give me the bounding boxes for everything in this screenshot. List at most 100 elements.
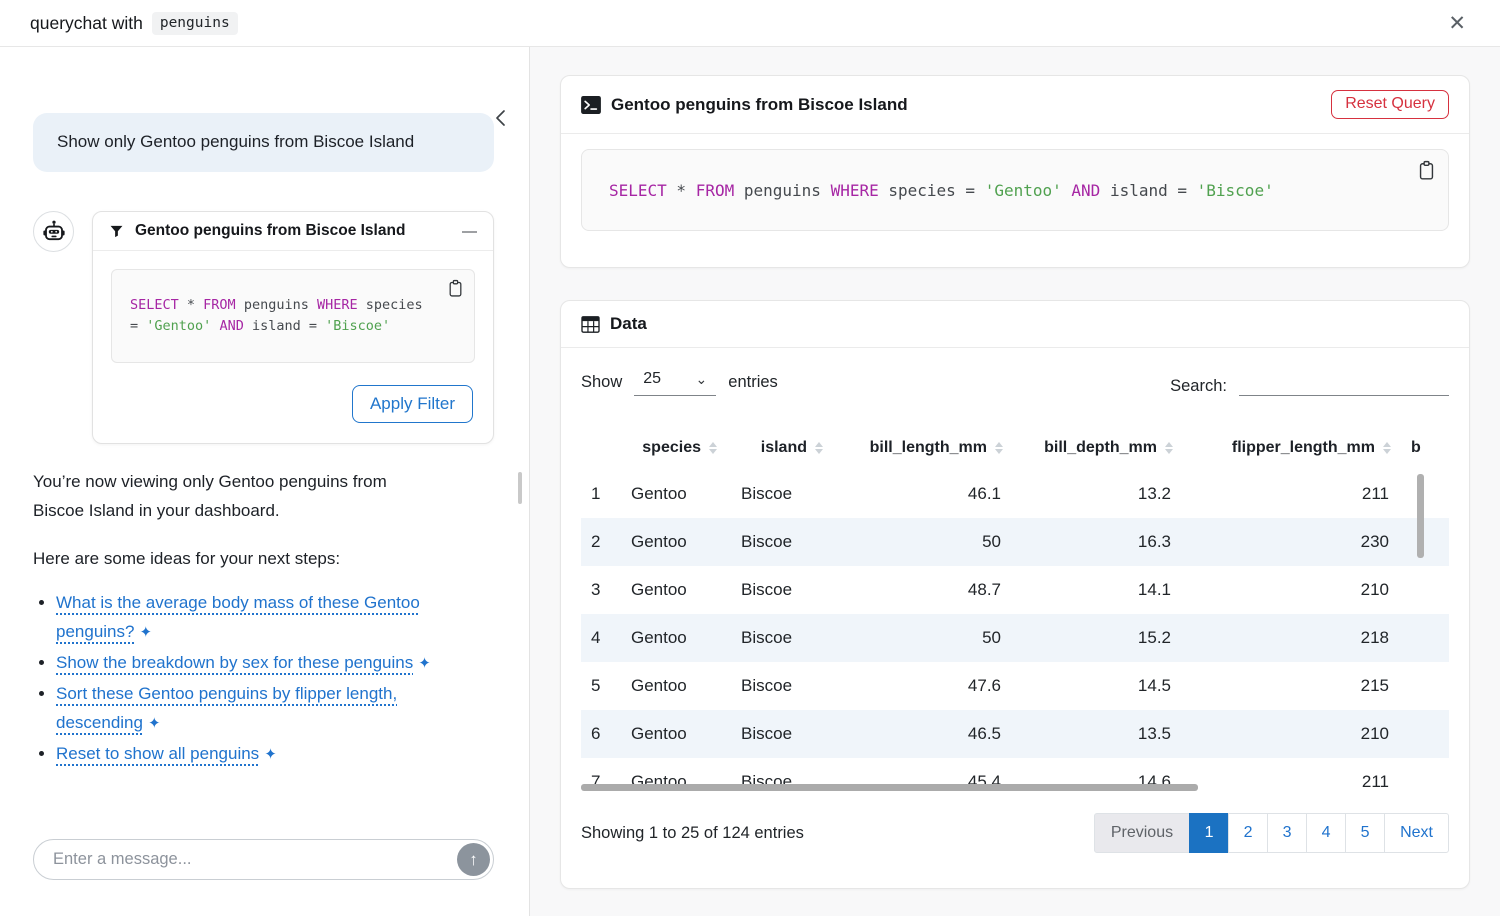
apply-filter-button[interactable]: Apply Filter bbox=[352, 385, 473, 423]
column-header-truncated[interactable]: b bbox=[1405, 426, 1447, 470]
column-header-bill-depth[interactable]: bill_depth_mm bbox=[1017, 426, 1187, 470]
species-cell: Gentoo bbox=[621, 710, 731, 758]
copy-sql-button[interactable] bbox=[447, 279, 464, 298]
column-header-bill-length[interactable]: bill_length_mm bbox=[837, 426, 1017, 470]
arrow-up-icon: ↑ bbox=[469, 850, 478, 869]
row-number-cell: 4 bbox=[581, 614, 621, 662]
species-cell: Gentoo bbox=[621, 470, 731, 518]
column-header-species[interactable]: species bbox=[621, 426, 731, 470]
data-card: Data Show 25 ⌄ entries Search: bbox=[560, 300, 1470, 889]
clipboard-icon bbox=[1417, 160, 1436, 181]
flipper-length-cell: 210 bbox=[1187, 710, 1405, 758]
column-header-label: bill_length_mm bbox=[870, 439, 987, 457]
list-item: Reset to show all penguins ✦ bbox=[56, 739, 433, 769]
assistant-paragraph: You’re now viewing only Gentoo penguins … bbox=[33, 467, 438, 525]
truncated-cell bbox=[1405, 758, 1447, 792]
assistant-message: Gentoo penguins from Biscoe Island — SEL… bbox=[33, 211, 494, 444]
collapse-card-button[interactable]: — bbox=[462, 224, 477, 239]
bill-depth-cell: 13.5 bbox=[1017, 710, 1187, 758]
copy-sql-button[interactable] bbox=[1417, 160, 1436, 181]
sql-code: SELECT * FROM penguins WHERE species = '… bbox=[609, 181, 1274, 200]
bill-depth-cell: 16.3 bbox=[1017, 518, 1187, 566]
suggestion-link[interactable]: Reset to show all penguins bbox=[56, 744, 259, 763]
flipper-length-cell: 211 bbox=[1187, 470, 1405, 518]
sparkle-icon: ✦ bbox=[148, 709, 161, 738]
page-button-3[interactable]: 3 bbox=[1267, 813, 1307, 853]
page-button-2[interactable]: 2 bbox=[1228, 813, 1268, 853]
table-row[interactable]: 2 Gentoo Biscoe 50 16.3 230 bbox=[581, 518, 1449, 566]
table-row[interactable]: 5 Gentoo Biscoe 47.6 14.5 215 bbox=[581, 662, 1449, 710]
send-button[interactable]: ↑ bbox=[457, 843, 490, 876]
funnel-icon bbox=[109, 224, 124, 239]
filter-card-footer: Apply Filter bbox=[93, 363, 493, 443]
sql-code-block: SELECT * FROM penguins WHERE species = '… bbox=[581, 149, 1449, 231]
flipper-length-cell: 230 bbox=[1187, 518, 1405, 566]
column-header-label: flipper_length_mm bbox=[1232, 439, 1375, 457]
table-row[interactable]: 4 Gentoo Biscoe 50 15.2 218 bbox=[581, 614, 1449, 662]
close-icon[interactable]: ✕ bbox=[1442, 11, 1472, 36]
row-number-cell: 6 bbox=[581, 710, 621, 758]
entries-label: entries bbox=[728, 373, 778, 392]
sidebar-scrollbar-thumb[interactable] bbox=[518, 472, 522, 504]
sort-icon bbox=[1165, 442, 1173, 454]
bill-length-cell: 48.7 bbox=[837, 566, 1017, 614]
suggestion-link[interactable]: What is the average body mass of these G… bbox=[56, 593, 420, 641]
dashboard: Gentoo penguins from Biscoe Island Reset… bbox=[530, 47, 1500, 916]
vertical-scrollbar-thumb[interactable] bbox=[1417, 474, 1424, 558]
suggestion-list: What is the average body mass of these G… bbox=[33, 588, 433, 769]
data-card-body: Show 25 ⌄ entries Search: bbox=[561, 348, 1469, 873]
bill-length-cell: 47.6 bbox=[837, 662, 1017, 710]
search-control: Search: bbox=[1170, 370, 1449, 396]
table-row[interactable]: 3 Gentoo Biscoe 48.7 14.1 210 bbox=[581, 566, 1449, 614]
page-size-select[interactable]: 25 ⌄ bbox=[634, 368, 716, 396]
island-cell: Biscoe bbox=[731, 566, 837, 614]
chat-input-bar: ↑ bbox=[33, 839, 494, 880]
island-cell: Biscoe bbox=[731, 662, 837, 710]
table-header-row: species island bill_length_mm bill_ bbox=[581, 426, 1449, 470]
search-input[interactable] bbox=[1239, 370, 1449, 396]
column-header-island[interactable]: island bbox=[731, 426, 837, 470]
page-button-4[interactable]: 4 bbox=[1306, 813, 1346, 853]
sql-code-block: SELECT * FROM penguins WHERE species = '… bbox=[111, 269, 475, 363]
bill-depth-cell: 13.2 bbox=[1017, 470, 1187, 518]
bill-length-cell: 50 bbox=[837, 614, 1017, 662]
collapse-sidebar-button[interactable] bbox=[491, 107, 511, 129]
table-row[interactable]: 6 Gentoo Biscoe 46.5 13.5 210 bbox=[581, 710, 1449, 758]
filter-card-body: SELECT * FROM penguins WHERE species = '… bbox=[93, 251, 493, 363]
table-body: 1 Gentoo Biscoe 46.1 13.2 211 2 bbox=[581, 470, 1449, 792]
chat-sidebar: Show only Gentoo penguins from Biscoe Is… bbox=[0, 47, 530, 916]
suggestion-link[interactable]: Sort these Gentoo penguins by flipper le… bbox=[56, 684, 397, 732]
sort-icon bbox=[995, 442, 1003, 454]
page-length-control: Show 25 ⌄ entries bbox=[581, 368, 778, 396]
filter-card-header: Gentoo penguins from Biscoe Island — bbox=[93, 212, 493, 251]
flipper-length-cell: 210 bbox=[1187, 566, 1405, 614]
table-row[interactable]: 1 Gentoo Biscoe 46.1 13.2 211 bbox=[581, 470, 1449, 518]
chevron-down-icon: ⌄ bbox=[696, 374, 708, 384]
truncated-cell bbox=[1405, 710, 1447, 758]
suggestion-link[interactable]: Show the breakdown by sex for these peng… bbox=[56, 653, 413, 672]
chevron-left-icon bbox=[491, 107, 511, 129]
query-card-title: Gentoo penguins from Biscoe Island bbox=[611, 95, 908, 115]
horizontal-scrollbar-thumb[interactable] bbox=[581, 784, 1198, 791]
page-button-1[interactable]: 1 bbox=[1189, 813, 1229, 853]
search-label: Search: bbox=[1170, 377, 1227, 396]
bill-depth-cell: 14.1 bbox=[1017, 566, 1187, 614]
table-info: Showing 1 to 25 of 124 entries bbox=[581, 824, 804, 843]
truncated-cell bbox=[1405, 662, 1447, 710]
page-button-5[interactable]: 5 bbox=[1345, 813, 1385, 853]
data-card-header: Data bbox=[561, 301, 1469, 348]
message-input[interactable] bbox=[33, 839, 494, 880]
table-controls: Show 25 ⌄ entries Search: bbox=[581, 368, 1449, 396]
reset-query-button[interactable]: Reset Query bbox=[1331, 90, 1449, 119]
clipboard-icon bbox=[447, 279, 464, 298]
truncated-cell bbox=[1405, 614, 1447, 662]
previous-page-button[interactable]: Previous bbox=[1094, 813, 1190, 853]
sql-code: SELECT * FROM penguins WHERE species = '… bbox=[130, 295, 432, 337]
next-page-button[interactable]: Next bbox=[1384, 813, 1449, 853]
sort-icon bbox=[709, 442, 717, 454]
column-header-flipper-length[interactable]: flipper_length_mm bbox=[1187, 426, 1405, 470]
pagination: Previous 1 2 3 4 5 Next bbox=[1095, 813, 1449, 853]
column-header-label: species bbox=[642, 439, 701, 457]
sparkle-icon: ✦ bbox=[264, 740, 277, 769]
species-cell: Gentoo bbox=[621, 518, 731, 566]
